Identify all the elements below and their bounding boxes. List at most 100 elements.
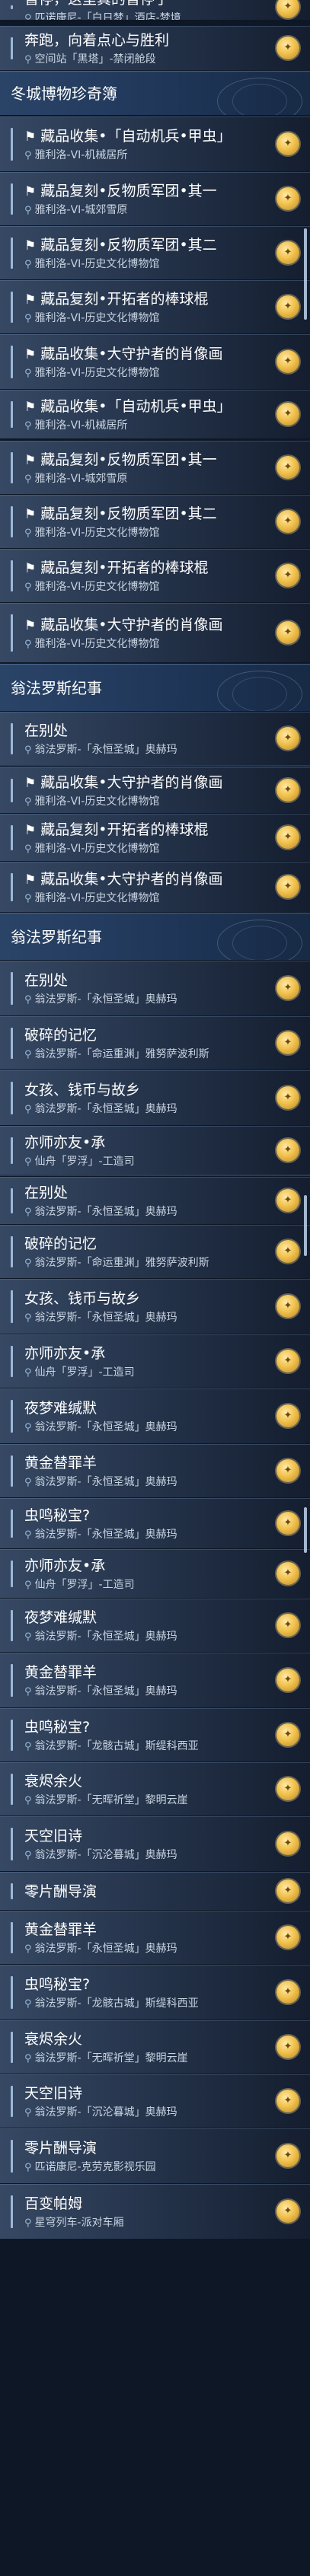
quest-list-item[interactable]: 夜梦难缄默 ⚲ 翁法罗斯-「永恒圣城」奥赫玛 ✦	[0, 1599, 310, 1652]
quest-list-item[interactable]: ⚑ 藏品复刻•反物质军团•其一 ⚲ 雅利洛-VI-城郊雪原 ✦	[0, 441, 310, 494]
achievement-medal-icon[interactable]: ✦	[276, 1294, 299, 1318]
quest-list-item[interactable]: 亦师亦友•承 ⚲ 仙舟「罗浮」-工造司 ✦	[0, 1126, 310, 1175]
quest-list-item[interactable]: ⚑ 藏品复刻•开拓者的棒球棍 ⚲ 雅利洛-VI-历史文化博物馆 ✦	[0, 814, 310, 861]
achievement-medal-icon[interactable]: ✦	[276, 2144, 299, 2167]
quest-list-item[interactable]: 零片酬导演 ✦	[0, 1872, 310, 1910]
achievement-medal-icon[interactable]: ✦	[276, 1561, 299, 1585]
scrollbar-thumb[interactable]	[304, 1195, 307, 1256]
quest-list-item[interactable]: 虫鸣秘宝? ⚲ 翁法罗斯-「龙骸古城」斯缇科西亚 ✦	[0, 1708, 310, 1761]
achievement-medal-icon[interactable]: ✦	[276, 349, 299, 373]
quest-list-item[interactable]: 在别处 ⚲ 翁法罗斯-「永恒圣城」奥赫玛 ✦	[0, 1177, 310, 1224]
achievement-medal-icon[interactable]: ✦	[276, 620, 299, 644]
quest-list-item[interactable]: ⚑ 藏品收集•大守护者的肖像画 ⚲ 雅利洛-VI-历史文化博物馆 ✦	[0, 767, 310, 813]
achievement-medal-icon[interactable]: ✦	[276, 295, 299, 318]
quest-list-item[interactable]: 虫鸣秘宝? ⚲ 翁法罗斯-「龙骸古城」斯缇科西亚 ✦	[0, 1965, 310, 2020]
achievement-medal-icon[interactable]: ✦	[276, 132, 299, 155]
achievement-medal-icon[interactable]: ✦	[276, 402, 299, 426]
quest-list-item[interactable]: 天空旧诗 ⚲ 翁法罗斯-「沉沦暮城」奥赫玛 ✦	[0, 1816, 310, 1871]
medal-glyph: ✦	[283, 192, 292, 204]
quest-list-item[interactable]: 零片酬导演 ⚲ 匹诺康尼-克劳克影视乐园 ✦	[0, 2128, 310, 2183]
quest-location: ⚲ 翁法罗斯-「永恒圣城」奥赫玛	[24, 743, 177, 757]
achievement-medal-icon[interactable]: ✦	[276, 1832, 299, 1855]
achievement-medal-icon[interactable]: ✦	[276, 1668, 299, 1691]
achievement-medal-icon[interactable]: ✦	[276, 726, 299, 750]
achievement-medal-icon[interactable]: ✦	[276, 241, 299, 264]
quest-list-item[interactable]: 亦师亦友•承 ⚲ 仙舟「罗浮」-工造司 ✦	[0, 1334, 310, 1388]
quest-list-item[interactable]: 天空旧诗 ⚲ 翁法罗斯-「沉沦暮城」奥赫玛 ✦	[0, 2074, 310, 2128]
quest-list-item[interactable]: 奔跑，向着点心与胜利 ⚲ 空间站「黑塔」-禁闭舱段 ✦	[0, 26, 310, 70]
achievement-medal-icon[interactable]: ✦	[276, 1925, 299, 1949]
achievement-medal-icon[interactable]: ✦	[276, 455, 299, 479]
achievement-medal-icon[interactable]: ✦	[276, 1511, 299, 1535]
quest-flag-icon: ⚑	[24, 822, 37, 838]
quest-location-text: 星穹列车-派对车厢	[34, 2216, 124, 2229]
medal-glyph: ✦	[283, 461, 292, 473]
achievement-medal-icon[interactable]: ✦	[276, 1723, 299, 1746]
quest-location: ⚲ 翁法罗斯-「永恒圣城」奥赫玛	[24, 1528, 177, 1542]
achievement-medal-icon[interactable]: ✦	[276, 1031, 299, 1054]
achievement-medal-icon[interactable]: ✦	[276, 1086, 299, 1109]
achievement-medal-icon[interactable]: ✦	[276, 563, 299, 587]
category-header[interactable]: 翁法罗斯纪事	[0, 913, 310, 960]
quest-title: ⚑ 藏品复刻•反物质军团•其二	[24, 236, 217, 255]
achievement-medal-icon[interactable]: ✦	[276, 2035, 299, 2058]
quest-list-item[interactable]: 破碎的记忆 ⚲ 翁法罗斯-「命运重渊」雅努萨波利斯 ✦	[0, 1225, 310, 1278]
achievement-medal-icon[interactable]: ✦	[276, 1188, 299, 1212]
achievement-medal-icon[interactable]: ✦	[276, 2199, 299, 2223]
category-header[interactable]: 冬城博物珍奇簿	[0, 71, 310, 115]
location-pin-icon: ⚲	[24, 1257, 32, 1269]
quest-list-item[interactable]: 女孩、钱币与故乡 ⚲ 翁法罗斯-「永恒圣城」奥赫玛 ✦	[0, 1279, 310, 1334]
achievement-medal-icon[interactable]: ✦	[276, 875, 299, 898]
category-header[interactable]: 翁法罗斯纪事	[0, 664, 310, 711]
achievement-medal-icon[interactable]: ✦	[276, 187, 299, 210]
quest-list-item[interactable]: ⚑ 藏品收集•大守护者的肖像画 ⚲ 雅利洛-VI-历史文化博物馆 ✦	[0, 334, 310, 389]
scrollbar-thumb[interactable]	[304, 1507, 307, 1553]
quest-list-item[interactable]: ⚑ 藏品复刻•开拓者的棒球棍 ⚲ 雅利洛-VI-历史文化博物馆 ✦	[0, 549, 310, 602]
quest-title: ⚑ 藏品收集•大守护者的肖像画	[24, 773, 222, 792]
achievement-medal-icon[interactable]: ✦	[276, 1777, 299, 1800]
quest-list-item[interactable]: 衰烬余火 ⚲ 翁法罗斯-「无晖祈堂」黎明云崖 ✦	[0, 1762, 310, 1816]
quest-list-item[interactable]: ⚑ 藏品复刻•反物质军团•其二 ⚲ 雅利洛-VI-历史文化博物馆 ✦	[0, 226, 310, 279]
achievement-medal-icon[interactable]: ✦	[276, 1404, 299, 1427]
quest-list-item[interactable]: 在别处 ⚲ 翁法罗斯-「永恒圣城」奥赫玛 ✦	[0, 961, 310, 1015]
quest-list-item[interactable]: 女孩、钱币与故乡 ⚲ 翁法罗斯-「永恒圣城」奥赫玛 ✦	[0, 1070, 310, 1125]
quest-list-item[interactable]: 夜梦难缄默 ⚲ 翁法罗斯-「永恒圣城」奥赫玛 ✦	[0, 1388, 310, 1443]
quest-list-item[interactable]: ⚑ 藏品收集•「自动机兵•甲虫」 ⚲ 雅利洛-VI-机械居所 ✦	[0, 390, 310, 438]
quest-list-item[interactable]: ⚑ 藏品收集•大守护者的肖像画 ⚲ 雅利洛-VI-历史文化博物馆 ✦	[0, 862, 310, 912]
quest-list-item[interactable]: 衰烬余火 ⚲ 翁法罗斯-「无晖祈堂」黎明云崖 ✦	[0, 2020, 310, 2074]
achievement-medal-icon[interactable]: ✦	[276, 1879, 299, 1902]
quest-list-item[interactable]: 黄金替罪羊 ⚲ 翁法罗斯-「永恒圣城」奥赫玛 ✦	[0, 1911, 310, 1964]
achievement-medal-icon[interactable]: ✦	[276, 0, 299, 18]
achievement-medal-icon[interactable]: ✦	[276, 36, 299, 59]
achievement-medal-icon[interactable]: ✦	[276, 1349, 299, 1372]
achievement-medal-icon[interactable]: ✦	[276, 1239, 299, 1263]
quest-list-item[interactable]: 黄金替罪羊 ⚲ 翁法罗斯-「永恒圣城」奥赫玛 ✦	[0, 1444, 310, 1497]
achievement-medal-icon[interactable]: ✦	[276, 1459, 299, 1482]
achievement-medal-icon[interactable]: ✦	[276, 825, 299, 849]
quest-list-item[interactable]: 暂停，这里真的暂停了 ⚲匹诺康尼-「白日梦」酒店-梦境 ✦	[0, 0, 310, 20]
achievement-medal-icon[interactable]: ✦	[276, 778, 299, 802]
scrollbar-thumb[interactable]	[304, 228, 307, 320]
achievement-medal-icon[interactable]: ✦	[276, 976, 299, 999]
quest-list-item[interactable]: 黄金替罪羊 ⚲ 翁法罗斯-「永恒圣城」奥赫玛 ✦	[0, 1653, 310, 1707]
quest-list-item[interactable]: 在别处 ⚲ 翁法罗斯-「永恒圣城」奥赫玛 ✦	[0, 712, 310, 765]
medal-glyph: ✦	[283, 2149, 292, 2161]
achievement-medal-icon[interactable]: ✦	[276, 509, 299, 533]
quest-title: 亦师亦友•承	[24, 1557, 105, 1575]
achievement-medal-icon[interactable]: ✦	[276, 2089, 299, 2112]
quest-list-item[interactable]: 亦师亦友•承 ⚲ 仙舟「罗浮」-工造司 ✦	[0, 1549, 310, 1598]
medal-glyph: ✦	[283, 783, 292, 795]
quest-list-item[interactable]: ⚑ 藏品收集•大守护者的肖像画 ⚲ 雅利洛-VI-历史文化博物馆 ✦	[0, 603, 310, 662]
quest-list-item[interactable]: 虫鸣秘宝? ⚲ 翁法罗斯-「永恒圣城」奥赫玛 ✦	[0, 1498, 310, 1548]
quest-log-screen: 暂停，这里真的暂停了⚲匹诺康尼-「白日梦」酒店-梦境✦ 奔跑，向着点心与胜利⚲空间…	[0, 0, 310, 2576]
medal-glyph: ✦	[283, 1985, 292, 1997]
quest-list-item[interactable]: ⚑ 藏品复刻•开拓者的棒球棍 ⚲ 雅利洛-VI-历史文化博物馆 ✦	[0, 280, 310, 333]
achievement-medal-icon[interactable]: ✦	[276, 1980, 299, 2004]
achievement-medal-icon[interactable]: ✦	[276, 1613, 299, 1637]
quest-list-item[interactable]: ⚑ 藏品复刻•反物质军团•其一 ⚲ 雅利洛-VI-城郊雪原 ✦	[0, 172, 310, 225]
quest-list-item[interactable]: ⚑ 藏品收集•「自动机兵•甲虫」 ⚲ 雅利洛-VI-机械居所 ✦	[0, 116, 310, 171]
achievement-medal-icon[interactable]: ✦	[276, 1138, 299, 1162]
quest-list-item[interactable]: ⚑ 藏品复刻•反物质军团•其二 ⚲ 雅利洛-VI-历史文化博物馆 ✦	[0, 495, 310, 548]
quest-list-item[interactable]: 破碎的记忆 ⚲ 翁法罗斯-「命运重渊」雅努萨波利斯 ✦	[0, 1016, 310, 1070]
quest-list-item[interactable]: 百变帕姆 ⚲ 星穹列车-派对车厢 ✦	[0, 2184, 310, 2239]
